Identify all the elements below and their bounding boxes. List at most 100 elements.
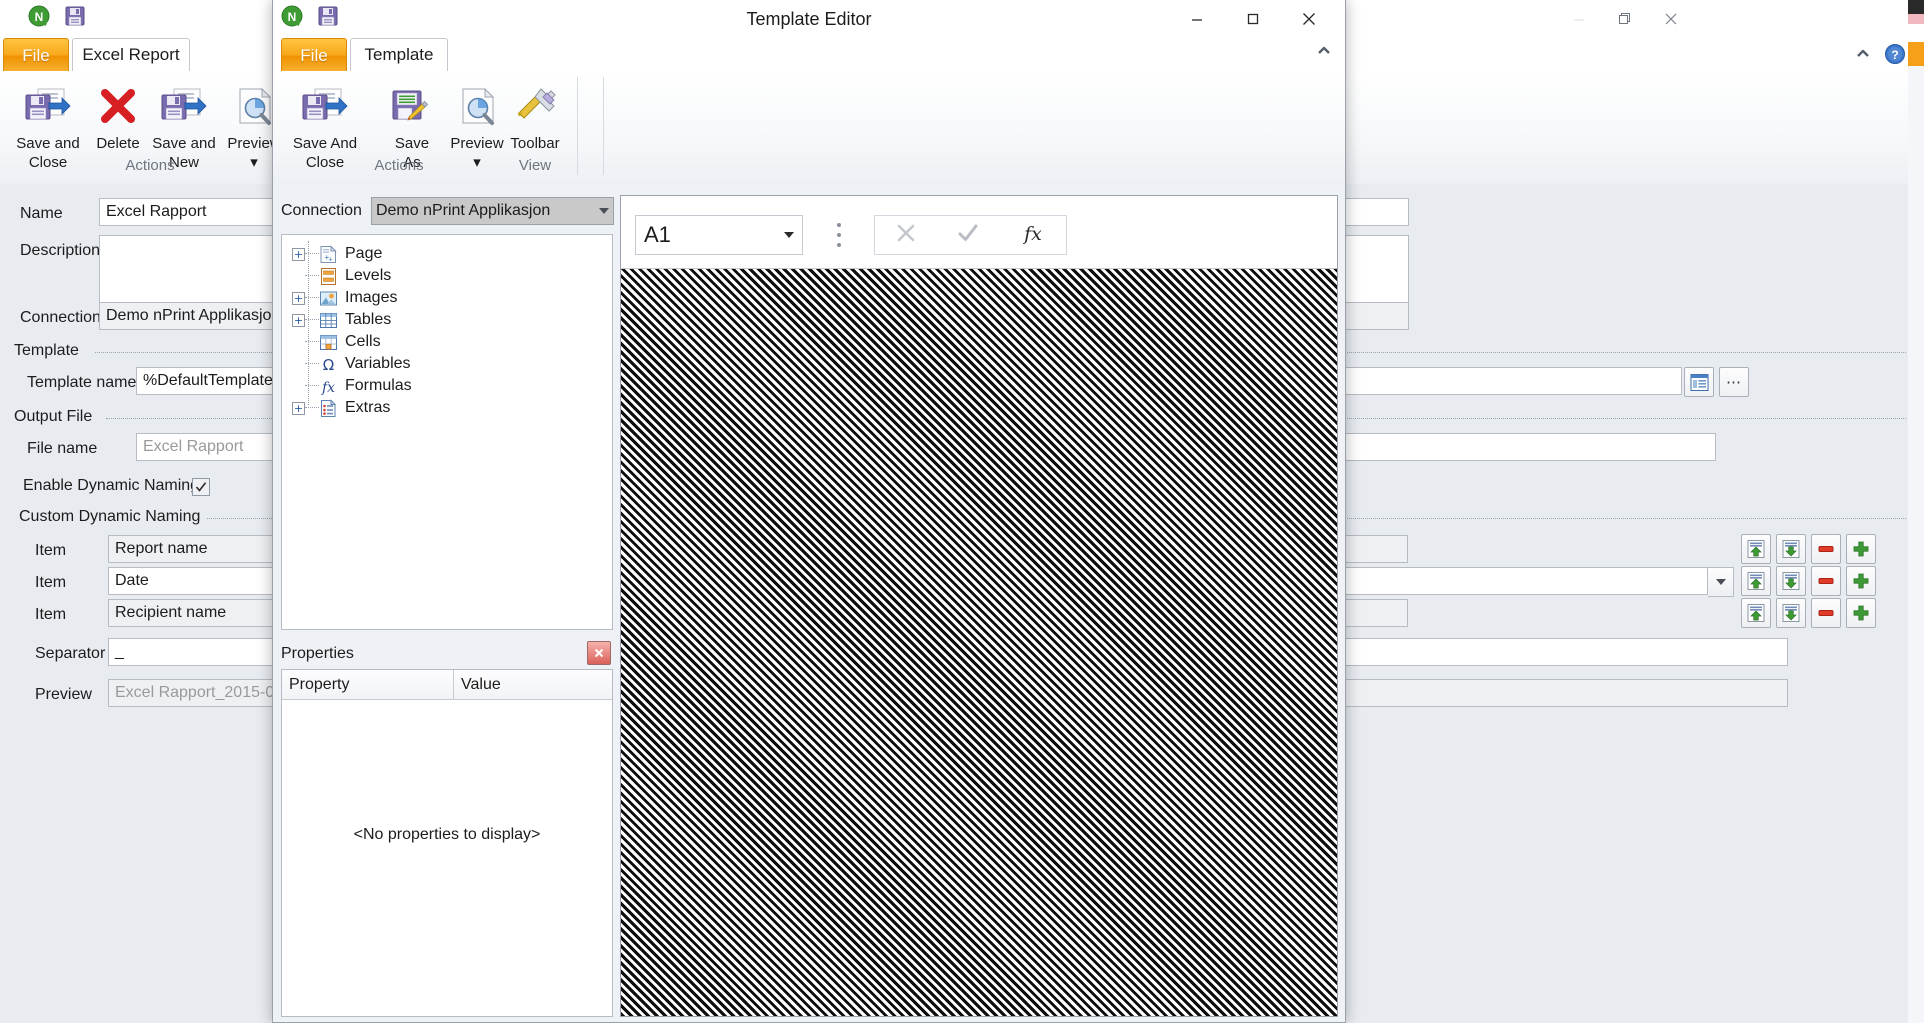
move-up-button-3[interactable] [1741,598,1771,628]
tree-item-tables[interactable]: + Tables [282,309,612,331]
tree-connector [305,363,319,365]
chevron-down-icon [1715,579,1726,585]
close-button[interactable] [1281,4,1337,34]
column-header-property: Property [282,670,454,699]
tree-item-variables[interactable]: Ω Variables [282,353,612,375]
move-up-button-2[interactable] [1741,566,1771,596]
expand-icon[interactable]: + [292,401,305,415]
move-down-button-1[interactable] [1776,534,1806,564]
move-down-button-2[interactable] [1776,566,1806,596]
expand-placeholder [292,336,305,349]
add-row-button-3[interactable] [1846,598,1876,628]
tree-item-levels[interactable]: Levels [282,265,612,287]
remove-row-button-3[interactable] [1811,598,1841,628]
remove-row-button-2[interactable] [1811,566,1841,596]
background-window-controls [1556,4,1694,34]
tab-file[interactable]: File [3,38,69,72]
help-icon[interactable]: ? [1884,43,1906,70]
item-label-1: Item [35,542,67,559]
remove-row-button-1[interactable] [1811,534,1841,564]
minus-icon [1818,546,1834,552]
tree-item-formulas[interactable]: fx Formulas [282,375,612,397]
levels-icon [319,267,338,286]
output-file-group-label: Output File [14,408,93,425]
connection-value: Demo nPrint Applikasjon [375,202,551,219]
maximize-button[interactable] [1225,4,1281,34]
insert-function-button[interactable]: fx [1018,219,1048,252]
tree-item-cells[interactable]: Cells [282,331,612,353]
name-box[interactable]: A1 [635,215,803,255]
accept-entry-button[interactable] [955,220,981,251]
ellipsis-button[interactable]: ⋯ [1719,367,1749,397]
save-icon[interactable] [317,5,339,27]
toolbar-button[interactable]: Toolbar [489,77,581,153]
list-picker-icon [1690,373,1708,391]
tab-template[interactable]: Template [350,38,448,72]
template-editor-body: Connection Demo nPrint Applikasjon + + +… [273,184,1345,1022]
move-down-button-3[interactable] [1776,598,1806,628]
tree-item-page[interactable]: + + + Page [282,243,612,265]
ribbon-collapse-icon[interactable] [1854,47,1872,66]
expand-icon[interactable]: + [292,313,305,327]
minimize-button[interactable] [1556,4,1602,34]
tree-item-images[interactable]: + Images [282,287,612,309]
ribbon-collapse-icon[interactable] [1315,44,1333,63]
tree-connector [305,319,319,321]
tree-connector [305,253,319,255]
add-row-button-1[interactable] [1846,534,1876,564]
ribbon-group-view-label: View [518,157,552,174]
save-and-close-label: Save and Close [16,135,80,171]
minimize-button[interactable] [1169,4,1225,34]
add-row-button-2[interactable] [1846,566,1876,596]
tree-connector [305,275,319,277]
tree-item-label: Images [345,289,398,306]
file-name-label: File name [27,440,98,457]
tree-item-label: Formulas [345,377,412,394]
expand-icon[interactable]: + [292,291,305,305]
separator-label: Separator [35,645,106,662]
description-label: Description [20,242,101,259]
save-icon[interactable] [64,5,86,27]
properties-close-button[interactable] [587,641,611,665]
delete-label: Delete [96,135,140,152]
item-label-2: Item [35,574,67,591]
spreadsheet-grid[interactable] [621,269,1337,1016]
template-tree[interactable]: + + + Page Levels + Images + Tables Cell… [281,234,613,630]
template-editor-titlebar[interactable]: Template Editor N [273,0,1345,38]
restore-button[interactable] [1602,4,1648,34]
tab-file[interactable]: File [281,38,347,72]
name-label: Name [20,205,63,222]
properties-grid-header: Property Value [282,670,612,700]
plus-icon [1853,541,1869,557]
images-icon [319,289,338,308]
column-header-value: Value [461,675,501,693]
connection-dropdown[interactable]: Demo nPrint Applikasjon [370,197,614,225]
toolbar-icon [511,77,559,131]
tree-connector [305,385,319,387]
close-button[interactable] [1648,4,1694,34]
tab-excel-report[interactable]: Excel Report [72,38,190,72]
enable-dynamic-naming-checkbox[interactable] [192,478,210,496]
preview-icon [230,77,278,131]
properties-title: Properties [281,645,354,662]
item-combo-arrow-2[interactable] [1708,567,1734,597]
chevron-down-icon [598,208,609,214]
move-up-icon [1747,604,1765,622]
app-logo-icon[interactable]: N [281,5,303,27]
tree-item-extras[interactable]: + Extras [282,397,612,419]
formula-bar-grip[interactable] [837,223,841,247]
tree-item-label: Variables [345,355,411,372]
svg-text:fx: fx [321,380,335,396]
cancel-entry-button[interactable] [893,220,919,251]
save-and-close-icon [24,77,72,131]
svg-text:+: + [329,256,333,263]
tree-connector [305,407,319,409]
app-logo-icon[interactable]: N [28,5,50,27]
connection-label: Connection [20,309,101,326]
background-window-edge [1908,0,1924,1023]
properties-grid[interactable]: Property Value <No properties to display… [281,669,613,1017]
save-as-icon [388,77,436,131]
list-picker-button[interactable] [1684,367,1714,397]
move-up-button-1[interactable] [1741,534,1771,564]
expand-icon[interactable]: + [292,247,305,261]
